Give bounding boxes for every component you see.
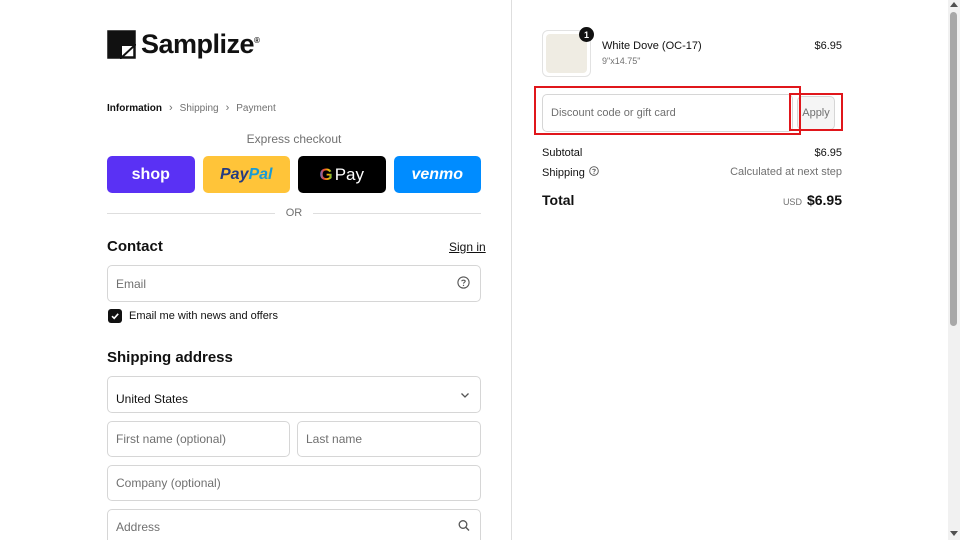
first-name-field[interactable]: First name (optional) xyxy=(107,421,290,457)
scrollbar-thumb[interactable] xyxy=(950,12,957,326)
country-select[interactable]: United States xyxy=(107,376,481,413)
sign-in-link[interactable]: Sign in xyxy=(449,240,486,254)
google-pay-button[interactable]: G Pay xyxy=(298,156,386,193)
page-scrollbar[interactable] xyxy=(948,0,960,540)
shipping-value: Calculated at next step xyxy=(730,166,842,178)
divider-line xyxy=(313,212,481,214)
checkmark-icon xyxy=(111,313,119,320)
chevron-right-icon: › xyxy=(169,102,173,114)
newsletter-checkbox[interactable] xyxy=(108,309,122,323)
paypal-logo: PayPal xyxy=(220,165,273,183)
or-divider: OR xyxy=(107,207,481,219)
subtotal-label: Subtotal xyxy=(542,147,583,159)
product-name: White Dove (OC-17) xyxy=(602,40,702,52)
scroll-down-icon[interactable] xyxy=(950,531,958,536)
google-pay-label: Pay xyxy=(334,164,365,184)
last-name-field[interactable]: Last name xyxy=(297,421,481,457)
total-amount: $6.95 xyxy=(806,192,842,208)
order-summary-panel xyxy=(512,0,948,540)
email-field[interactable]: Email xyxy=(107,265,481,302)
express-checkout-buttons: shop PayPal G Pay venmo xyxy=(107,156,481,193)
total-label: Total xyxy=(542,192,575,208)
company-field[interactable]: Company (optional) xyxy=(107,465,481,501)
product-price: $6.95 xyxy=(814,40,842,52)
shipping-row: Shipping Calculated at next step xyxy=(542,166,842,179)
contact-heading: Contact xyxy=(107,238,163,255)
currency-code: USD xyxy=(782,197,802,207)
search-icon xyxy=(458,520,470,535)
shop-pay-logo: shop xyxy=(131,165,170,183)
chevron-down-icon xyxy=(460,388,470,402)
paypal-button[interactable]: PayPal xyxy=(202,156,290,193)
shipping-address-heading: Shipping address xyxy=(107,349,233,366)
breadcrumb-shipping: Shipping xyxy=(179,102,219,114)
chevron-right-icon: › xyxy=(225,102,230,114)
email-placeholder: Email xyxy=(116,276,147,291)
express-checkout-label: Express checkout xyxy=(246,132,342,146)
first-name-placeholder: First name (optional) xyxy=(116,432,227,446)
subtotal-row: Subtotal $6.95 xyxy=(542,147,842,159)
help-circle-icon[interactable] xyxy=(457,275,470,292)
highlight-box-apply-button xyxy=(789,93,843,131)
google-g-icon: G xyxy=(319,164,333,184)
brand-name: Samplize® xyxy=(141,29,260,59)
newsletter-label: Email me with news and offers xyxy=(129,310,278,322)
samplize-logo-icon xyxy=(107,30,138,61)
address-field[interactable]: Address xyxy=(107,509,481,540)
total-value-group: USD $6.95 xyxy=(783,192,842,208)
divider-line xyxy=(107,212,275,214)
company-placeholder: Company (optional) xyxy=(116,476,221,490)
shipping-label: Shipping xyxy=(542,166,585,179)
product-size: 9"x14.75" xyxy=(602,56,641,66)
help-circle-icon[interactable] xyxy=(589,166,599,179)
venmo-button[interactable]: venmo xyxy=(393,156,481,193)
address-placeholder: Address xyxy=(116,520,161,534)
or-label: OR xyxy=(285,207,303,219)
country-value: United States xyxy=(116,392,189,406)
breadcrumb-payment: Payment xyxy=(236,102,276,114)
checkout-form-panel: Samplize® Information › Shipping › Payme… xyxy=(0,0,512,540)
venmo-logo: venmo xyxy=(411,165,464,183)
scroll-up-icon[interactable] xyxy=(950,2,958,7)
quantity-badge: 1 xyxy=(579,27,594,42)
shipping-label-group: Shipping xyxy=(542,166,599,179)
total-row: Total USD $6.95 xyxy=(542,192,842,208)
samplize-logo[interactable]: Samplize® xyxy=(107,29,260,61)
shop-pay-button[interactable]: shop xyxy=(107,156,195,193)
breadcrumb-information[interactable]: Information xyxy=(107,103,162,114)
breadcrumb: Information › Shipping › Payment xyxy=(107,102,276,114)
newsletter-opt-in[interactable]: Email me with news and offers xyxy=(108,309,278,323)
highlight-box-discount-input xyxy=(534,86,801,135)
last-name-placeholder: Last name xyxy=(306,432,363,446)
subtotal-value: $6.95 xyxy=(814,147,842,159)
